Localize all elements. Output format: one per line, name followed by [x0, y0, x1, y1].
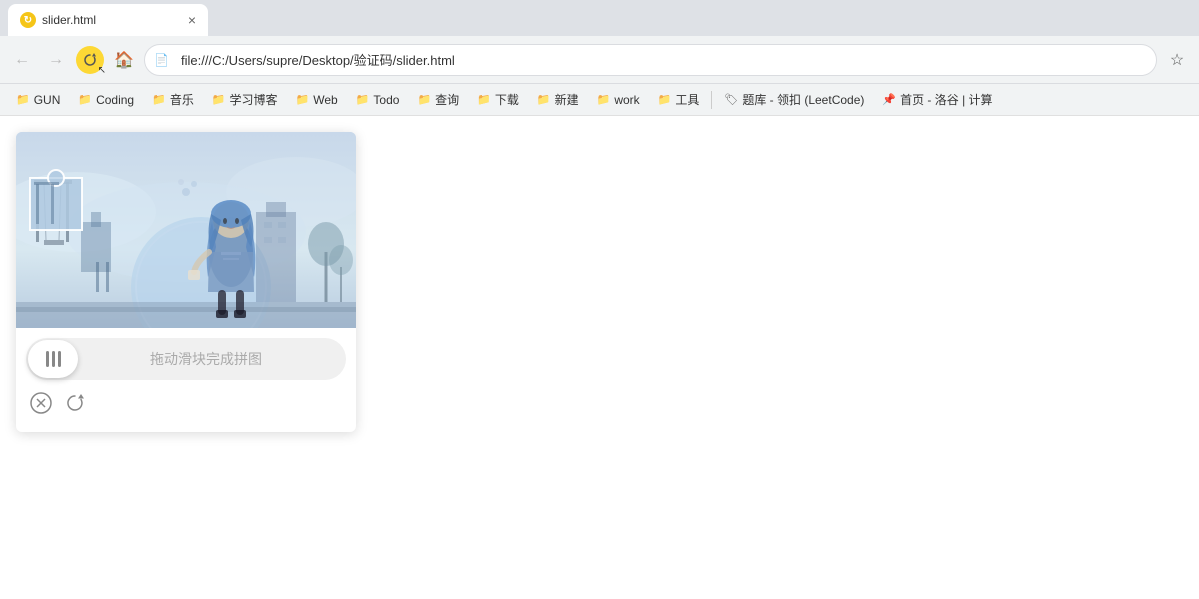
address-input[interactable]: [144, 44, 1157, 76]
folder-icon: 📁: [78, 93, 92, 106]
bookmark-music[interactable]: 📁 音乐: [144, 88, 202, 111]
bookmark-leetcode[interactable]: 🏷 题库 - 领扣 (LeetCode): [716, 88, 872, 111]
slider-line-3: [58, 351, 61, 367]
address-wrapper: 📄: [144, 44, 1157, 76]
bookmark-new[interactable]: 📁 新建: [529, 88, 587, 111]
slider-captcha-widget: 拖动滑块完成拼图: [16, 132, 356, 432]
address-page-icon: 📄: [154, 53, 169, 67]
slider-track-area: 拖动滑块完成拼图: [16, 328, 356, 380]
bookmark-label: Web: [313, 93, 337, 107]
bookmark-query[interactable]: 📁 查询: [409, 88, 467, 111]
captcha-close-button[interactable]: [28, 390, 54, 416]
tab-title: slider.html: [42, 13, 182, 27]
bookmark-label: 工具: [675, 91, 699, 108]
tab-favicon: ↻: [20, 12, 36, 28]
reload-icon: [83, 53, 97, 67]
address-bar-row: ← → ↖ 🏠 📄 ☆: [0, 36, 1199, 84]
page-content: 拖动滑块完成拼图: [0, 116, 1199, 599]
folder-icon: 📁: [658, 93, 672, 106]
refresh-icon: [64, 392, 86, 414]
bookmark-download[interactable]: 📁 下载: [469, 88, 527, 111]
bookmark-label: work: [614, 93, 639, 107]
close-circle-icon: [30, 392, 52, 414]
back-button[interactable]: ←: [8, 46, 36, 74]
slider-handle[interactable]: [28, 340, 78, 378]
bookmark-gun[interactable]: 📁 GUN: [8, 90, 68, 110]
slider-bottom-controls: [16, 380, 356, 416]
folder-icon: 📁: [597, 93, 611, 106]
folder-icon: 📁: [417, 93, 431, 106]
slider-track[interactable]: 拖动滑块完成拼图: [26, 338, 346, 380]
slider-line-2: [52, 351, 55, 367]
bookmarks-bar: 📁 GUN 📁 Coding 📁 音乐 📁 学习博客 📁 Web 📁 Todo …: [0, 84, 1199, 116]
bookmark-label: 学习博客: [230, 91, 278, 108]
folder-icon: 📁: [16, 93, 30, 106]
bookmark-label: Coding: [96, 93, 134, 107]
bookmark-coding[interactable]: 📁 Coding: [70, 90, 142, 110]
bookmark-label: 首页 - 洛谷 | 计算: [900, 91, 992, 108]
folder-icon: 📁: [356, 93, 370, 106]
bookmark-label: 下载: [495, 91, 519, 108]
bookmark-blog[interactable]: 📁 学习博客: [204, 88, 286, 111]
pin-icon: 📌: [882, 93, 896, 106]
captcha-background-image: [16, 132, 356, 328]
bookmark-label: 音乐: [170, 91, 194, 108]
tab-close-button[interactable]: ×: [188, 12, 196, 28]
bookmark-tools[interactable]: 📁 工具: [650, 88, 708, 111]
bookmark-work[interactable]: 📁 work: [589, 90, 648, 110]
captcha-image-container: [16, 132, 356, 328]
reload-button[interactable]: ↖: [76, 46, 104, 74]
active-tab[interactable]: ↻ slider.html ×: [8, 4, 208, 36]
browser-window: ↻ slider.html × ← → ↖ 🏠 📄 ☆ 📁 GUN: [0, 0, 1199, 599]
captcha-refresh-button[interactable]: [62, 390, 88, 416]
bookmark-separator: [711, 91, 712, 109]
folder-icon: 📁: [537, 93, 551, 106]
bookmark-label: 题库 - 领扣 (LeetCode): [742, 91, 864, 108]
forward-button[interactable]: →: [42, 46, 70, 74]
slider-handle-lines: [46, 351, 61, 367]
folder-icon: 📁: [212, 93, 226, 106]
tab-bar: ↻ slider.html ×: [0, 0, 1199, 36]
folder-icon: 📁: [477, 93, 491, 106]
bookmark-label: 查询: [435, 91, 459, 108]
tag-icon: 🏷: [724, 93, 738, 106]
bookmark-web[interactable]: 📁 Web: [288, 90, 346, 110]
bookmark-todo[interactable]: 📁 Todo: [348, 90, 408, 110]
slider-line-1: [46, 351, 49, 367]
bookmark-label: 新建: [555, 91, 579, 108]
bookmark-luogu[interactable]: 📌 首页 - 洛谷 | 计算: [874, 88, 1000, 111]
bookmark-star-button[interactable]: ☆: [1163, 46, 1191, 74]
folder-icon: 📁: [296, 93, 310, 106]
home-button[interactable]: 🏠: [110, 46, 138, 74]
bookmark-label: GUN: [34, 93, 61, 107]
bookmark-label: Todo: [373, 93, 399, 107]
folder-icon: 📁: [152, 93, 166, 106]
